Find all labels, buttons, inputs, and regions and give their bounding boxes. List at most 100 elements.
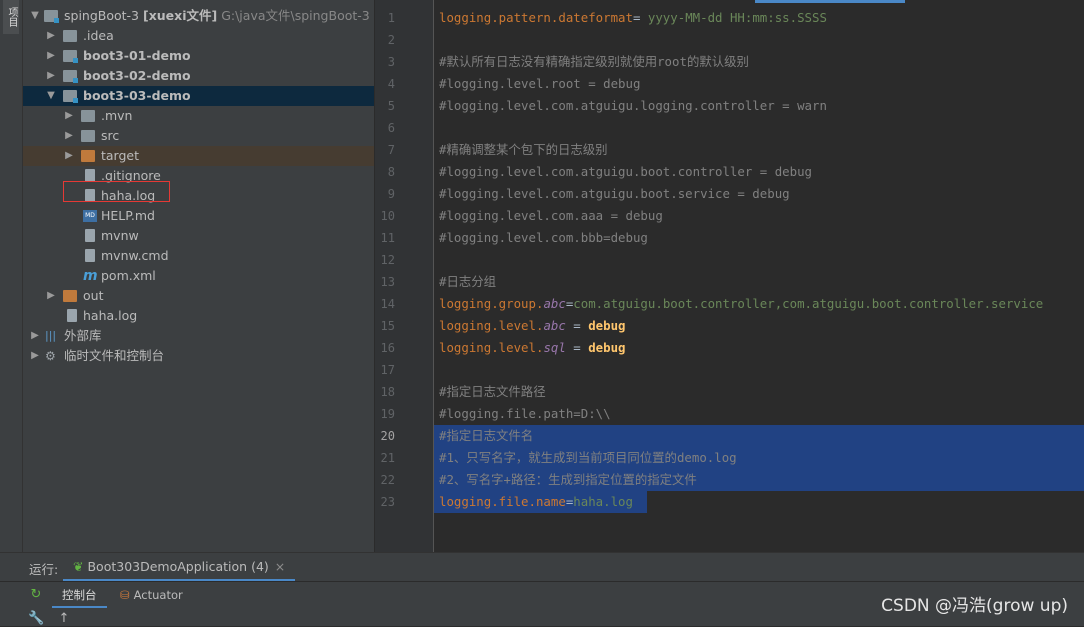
tree-item-haha-log-outer[interactable]: haha.log xyxy=(23,306,374,326)
rerun-icon[interactable]: ↻ xyxy=(28,587,44,603)
code-line-21: #1、只写名字，就生成到当前项目同位置的demo.log xyxy=(439,450,737,465)
chevron-right-icon[interactable]: ▶ xyxy=(29,326,41,346)
chevron-right-icon[interactable]: ▶ xyxy=(45,66,57,86)
tree-label: pom.xml xyxy=(101,268,156,283)
scratch-icon: ⚙ xyxy=(45,349,56,363)
chevron-right-icon[interactable]: ▶ xyxy=(29,346,41,366)
line-number: 15 xyxy=(380,319,395,333)
tree-item-mvnw[interactable]: mvnw xyxy=(23,226,374,246)
line-number: 20 xyxy=(380,429,395,443)
tree-item-src[interactable]: ▶ src xyxy=(23,126,374,146)
watermark: CSDN @冯浩(grow up) xyxy=(881,596,1068,616)
folder-icon xyxy=(81,130,95,142)
line-number: 8 xyxy=(387,165,395,179)
red-highlight-box xyxy=(63,181,170,202)
tree-item-external-libs[interactable]: ▶ ||| 外部库 xyxy=(23,326,374,346)
root-tag: [xuexi文件] xyxy=(143,8,218,23)
chevron-right-icon[interactable]: ▶ xyxy=(63,106,75,126)
chevron-down-icon[interactable]: ▼ xyxy=(45,86,57,106)
project-tree-panel: ▼ spingBoot-3 [xuexi文件] G:\java文件\spingB… xyxy=(23,0,374,552)
line-number: 10 xyxy=(380,209,395,223)
code-line-3: #默认所有日志没有精确指定级别就使用root的默认级别 xyxy=(439,54,749,69)
log-file-icon xyxy=(67,309,77,322)
line-number: 13 xyxy=(380,275,395,289)
tree-label: mvnw.cmd xyxy=(101,248,169,263)
chevron-down-icon[interactable]: ▼ xyxy=(29,6,41,26)
chevron-right-icon[interactable]: ▶ xyxy=(45,26,57,46)
module-folder-icon xyxy=(63,50,78,63)
code-line-19: #logging.file.path=D:\\ xyxy=(439,406,611,421)
tree-item-pom[interactable]: m pom.xml xyxy=(23,266,374,286)
line-number: 5 xyxy=(387,99,395,113)
code-line-5: #logging.level.com.atguigu.logging.contr… xyxy=(439,98,827,113)
tree-item-idea[interactable]: ▶ .idea xyxy=(23,26,374,46)
active-tab-indicator xyxy=(755,0,905,3)
tree-label: out xyxy=(83,288,104,303)
spring-boot-icon: ❦ xyxy=(73,559,84,574)
tree-label: HELP.md xyxy=(101,208,155,223)
line-number: 12 xyxy=(380,253,395,267)
tree-label: boot3-03-demo xyxy=(83,88,191,103)
tree-label: target xyxy=(101,148,140,163)
code-line-4: #logging.level.root = debug xyxy=(439,76,641,91)
chevron-right-icon[interactable]: ▶ xyxy=(45,286,57,306)
code-line-8: #logging.level.com.atguigu.boot.controll… xyxy=(439,164,812,179)
tree-label: .mvn xyxy=(101,108,133,123)
code-line-1: logging.pattern.dateformat= yyyy-MM-dd H… xyxy=(439,10,827,25)
folder-icon xyxy=(63,30,77,42)
line-number: 14 xyxy=(380,297,395,311)
tree-item-target[interactable]: ▶ target xyxy=(23,146,374,166)
module-folder-icon xyxy=(44,10,59,23)
tree-label: 临时文件和控制台 xyxy=(64,348,165,363)
line-number: 23 xyxy=(380,495,395,509)
code-editor[interactable]: logging.pattern.dateformat= yyyy-MM-dd H… xyxy=(434,0,1084,552)
tree-item-boot3-02[interactable]: ▶ boot3-02-demo xyxy=(23,66,374,86)
code-line-18: #指定日志文件路径 xyxy=(439,384,546,399)
tree-item-scratches[interactable]: ▶ ⚙ 临时文件和控制台 xyxy=(23,346,374,366)
line-number: 21 xyxy=(380,451,395,465)
tree-item-mvnw-cmd[interactable]: mvnw.cmd xyxy=(23,246,374,266)
chevron-right-icon[interactable]: ▶ xyxy=(45,46,57,66)
tree-item-boot3-01[interactable]: ▶ boot3-01-demo xyxy=(23,46,374,66)
code-line-9: #logging.level.com.atguigu.boot.service … xyxy=(439,186,790,201)
code-line-20: #指定日志文件名 xyxy=(439,428,534,443)
code-line-10: #logging.level.com.aaa = debug xyxy=(439,208,663,223)
tree-label: boot3-02-demo xyxy=(83,68,191,83)
line-number: 22 xyxy=(380,473,395,487)
maven-icon: m xyxy=(83,268,98,284)
code-line-15: logging.level.abc = debug xyxy=(439,318,626,333)
tree-label: src xyxy=(101,128,120,143)
tree-label: mvnw xyxy=(101,228,139,243)
tree-item-out[interactable]: ▶ out xyxy=(23,286,374,306)
left-tool-strip: 项目 xyxy=(0,0,23,552)
run-config-tab[interactable]: ❦ Boot303DemoApplication (4) × xyxy=(63,553,296,581)
code-line-11: #logging.level.com.bbb=debug xyxy=(439,230,648,245)
tree-item-help-md[interactable]: MD HELP.md xyxy=(23,206,374,226)
project-tool-tab[interactable]: 项目 xyxy=(3,0,19,34)
tree-item-boot3-03[interactable]: ▼ boot3-03-demo xyxy=(23,86,374,106)
line-number: 4 xyxy=(387,77,395,91)
library-icon: ||| xyxy=(45,329,57,342)
tab-console[interactable]: 控制台 xyxy=(52,582,107,608)
line-number: 19 xyxy=(380,407,395,421)
chevron-right-icon[interactable]: ▶ xyxy=(63,126,75,146)
code-line-13: #日志分组 xyxy=(439,274,497,289)
tab-actuator[interactable]: ⛁ Actuator xyxy=(120,582,183,608)
tree-item-mvn[interactable]: ▶ .mvn xyxy=(23,106,374,126)
tree-item-root[interactable]: ▼ spingBoot-3 [xuexi文件] G:\java文件\spingB… xyxy=(23,6,374,26)
tree-label: 外部库 xyxy=(64,328,102,343)
line-number: 7 xyxy=(387,143,395,157)
line-number: 2 xyxy=(387,33,395,47)
tree-label: haha.log xyxy=(83,308,138,323)
chevron-right-icon[interactable]: ▶ xyxy=(63,146,75,166)
module-folder-icon xyxy=(63,90,78,103)
code-line-16: logging.level.sql = debug xyxy=(439,340,626,355)
root-name: spingBoot-3 xyxy=(64,8,140,23)
line-number: 18 xyxy=(380,385,395,399)
markdown-file-icon: MD xyxy=(83,210,97,222)
line-number: 11 xyxy=(380,231,395,245)
tree-label: boot3-01-demo xyxy=(83,48,191,63)
line-number: 1 xyxy=(387,11,395,25)
code-line-14: logging.group.abc=com.atguigu.boot.contr… xyxy=(439,296,1044,311)
close-icon[interactable]: × xyxy=(275,559,285,574)
